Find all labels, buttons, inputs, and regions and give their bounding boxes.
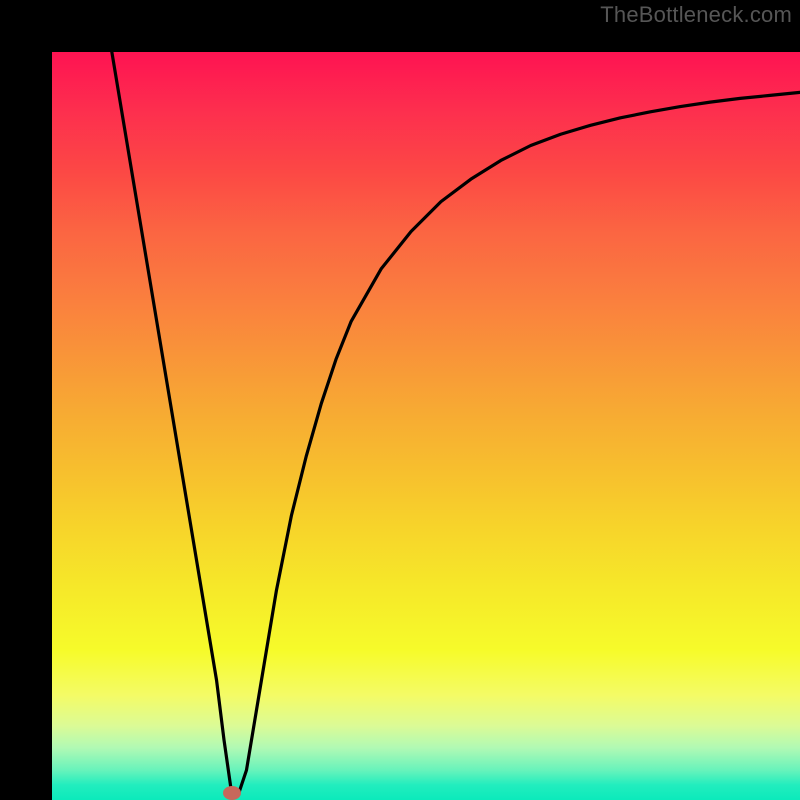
watermark: TheBottleneck.com (600, 2, 792, 28)
bottleneck-curve (112, 52, 800, 793)
chart-frame (0, 0, 800, 800)
curve-svg (52, 52, 800, 800)
plot-area (52, 52, 800, 800)
minimum-marker (223, 786, 241, 800)
